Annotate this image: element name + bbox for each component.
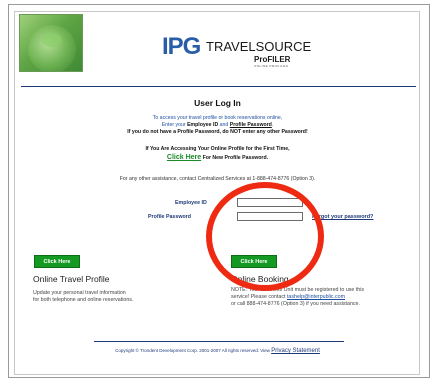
first-time-action: Click Here For New Profile Password. bbox=[0, 154, 435, 161]
travel-profile-description: Update your personal travel information … bbox=[33, 290, 134, 303]
online-booking-button[interactable]: Click Here bbox=[231, 255, 277, 268]
intro-line-2: Enter your Employee ID and Profile Passw… bbox=[161, 122, 274, 128]
employee-id-field[interactable] bbox=[237, 198, 303, 207]
logo-name-text: TRAVELSOURCE bbox=[206, 39, 312, 54]
logo-ipg-text: IPG bbox=[162, 33, 201, 60]
intro-line-1: To access your travel profile or book re… bbox=[152, 115, 283, 121]
logo-tagline-text: ONLINE PROFILES bbox=[254, 64, 289, 68]
header-divider bbox=[21, 86, 416, 87]
globe-image bbox=[19, 14, 83, 72]
footer-divider bbox=[94, 341, 344, 342]
travel-profile-title: Online Travel Profile bbox=[33, 274, 110, 284]
first-time-line-2: For New Profile Password. bbox=[202, 155, 269, 161]
profile-password-label: Profile Password bbox=[148, 214, 191, 220]
copyright-text: Copyright © Trondent Development Corp. 2… bbox=[115, 348, 272, 353]
online-booking-description: NOTE: Your Business Unit must be registe… bbox=[231, 287, 365, 307]
employee-id-label: Employee ID bbox=[175, 200, 207, 206]
footer: Copyright © Trondent Development Corp. 2… bbox=[0, 348, 435, 354]
online-booking-title: Online Booking bbox=[231, 274, 289, 284]
first-time-click-link[interactable]: Click Here bbox=[167, 154, 201, 161]
support-email-link[interactable]: tashelp@interpublic.com bbox=[287, 294, 345, 300]
assistance-text: For any other assistance, contact Centra… bbox=[119, 176, 316, 182]
logo-product-text: ProFILER bbox=[254, 55, 291, 64]
privacy-statement-link[interactable]: Privacy Statement bbox=[271, 348, 320, 354]
intro-warning: If you do not have a Profile Password, d… bbox=[127, 129, 308, 135]
forgot-password-link[interactable]: Forgot your password? bbox=[312, 214, 373, 220]
page-title: User Log In bbox=[194, 98, 241, 108]
travel-profile-button[interactable]: Click Here bbox=[34, 255, 80, 268]
profile-password-field[interactable] bbox=[237, 212, 303, 221]
first-time-line: If You Are Accessing Your Online Profile… bbox=[145, 146, 290, 152]
